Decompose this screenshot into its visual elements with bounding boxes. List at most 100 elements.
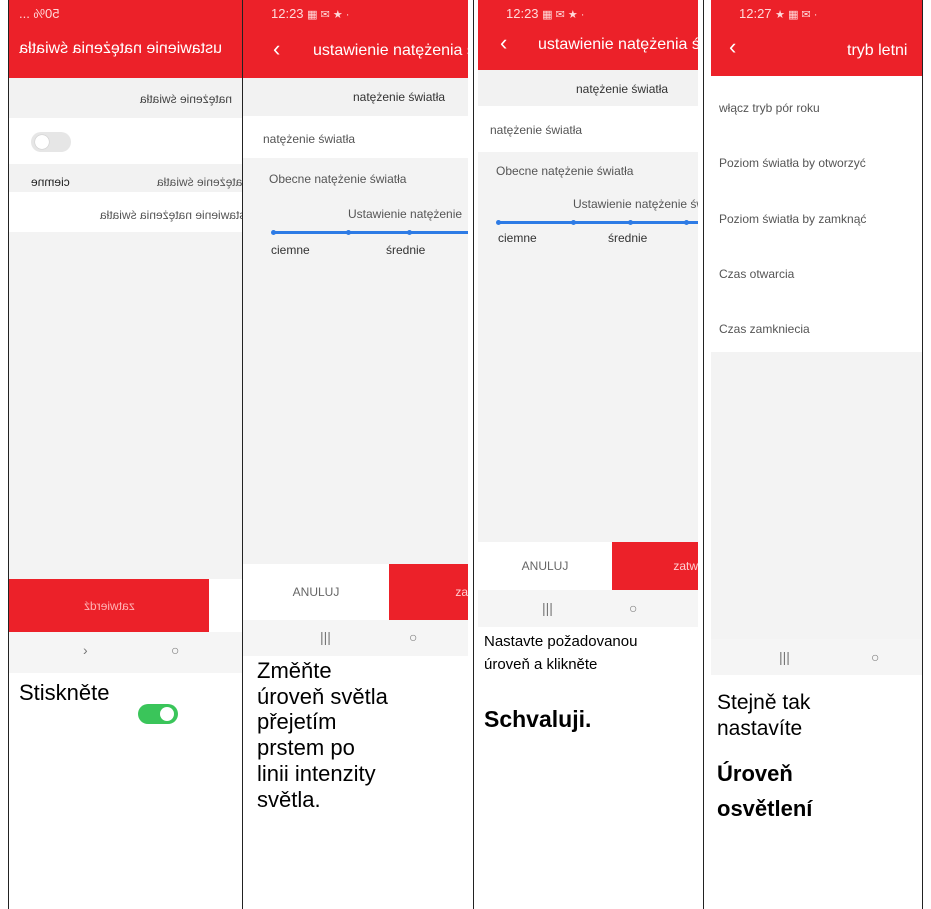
nav-bar: ||| ○ xyxy=(478,590,698,627)
back-arrow-icon[interactable]: ‹ xyxy=(500,30,507,56)
caption-line: Nastavte požadovanou xyxy=(484,633,638,650)
caption-line: linii intenzity xyxy=(257,760,376,786)
row-label: natężenie światła xyxy=(263,132,356,146)
status-bar: 50% ... xyxy=(9,0,242,26)
section-header: natężenie światła xyxy=(9,78,242,118)
table-border xyxy=(703,0,704,909)
caption-line: nastavíte xyxy=(717,717,803,741)
confirm-button[interactable]: za xyxy=(389,564,468,620)
toggle-on-icon xyxy=(138,704,178,724)
table-border xyxy=(8,0,9,909)
toggle-on-knob xyxy=(160,707,174,721)
header-title: ustawienie natężenia światła xyxy=(19,40,222,57)
level-medium: średnie xyxy=(608,231,648,245)
list-item-open-level[interactable]: Poziom światła by otworzyć xyxy=(719,156,866,170)
app-header: 12:27 ★ ▦ ✉ · ‹ tryb letni xyxy=(711,0,922,76)
instruction-table: 50% ... ustawienie natężenia światła nat… xyxy=(0,0,931,909)
caption-line: přejetím xyxy=(257,709,337,735)
level-dark: ciemne xyxy=(271,243,310,257)
panel-4-screenshot: 12:27 ★ ▦ ✉ · ‹ tryb letni włącz tryb pó… xyxy=(711,0,922,675)
panel-3: 12:23 ▦ ✉ ★ · ‹ ustawienie natężenia św … xyxy=(478,0,698,909)
panel-1-screenshot: 50% ... ustawienie natężenia światła nat… xyxy=(9,0,242,673)
cancel-button[interactable]: ANULUJ xyxy=(478,542,612,590)
caption-line: světla. xyxy=(257,786,321,812)
panel-1: 50% ... ustawienie natężenia światła nat… xyxy=(9,0,242,909)
list-item-season-mode[interactable]: włącz tryb pór roku xyxy=(719,101,820,115)
caption-line: úroveň světla xyxy=(257,683,388,709)
level-dark: ciemne xyxy=(498,231,537,245)
panel-2-screenshot: 12:23 ▦ ✉ ★ · ‹ ustawienie natężenia ś n… xyxy=(243,0,468,656)
confirm-button[interactable]: zatwierdź xyxy=(9,579,209,632)
header-title-wrap: ustawienie natężenia światła xyxy=(9,40,242,58)
confirm-button[interactable]: zatw xyxy=(612,542,698,590)
level-medium: średnie xyxy=(386,243,426,257)
row-label: natężenie światła xyxy=(156,175,242,189)
status-icons: ▦ ✉ ★ · xyxy=(542,9,585,21)
slider-stop-3[interactable] xyxy=(628,220,633,225)
status-time: 12:27 xyxy=(739,6,772,21)
recent-apps-icon[interactable]: ||| xyxy=(542,600,553,616)
caption-line: osvětlení xyxy=(717,796,813,822)
caption-4: Stejně tak nastavíte xyxy=(717,690,810,743)
caption-line: Změňte xyxy=(257,658,332,683)
status-time: 12:23 xyxy=(271,6,304,21)
settings-list: włącz tryb pór roku Poziom światła by ot… xyxy=(711,76,922,352)
status-time: 12:23 xyxy=(506,6,539,21)
slider-stop-4[interactable] xyxy=(684,220,689,225)
confirm-label: zatw xyxy=(673,559,698,573)
caption-2: Změňte úroveň světla přejetím prstem po … xyxy=(257,658,388,812)
home-nav-icon[interactable]: ○ xyxy=(409,629,417,645)
section-header: natężenie światła xyxy=(478,70,698,106)
slider-stop-2[interactable] xyxy=(571,220,576,225)
status-bar: 12:23 ▦ ✉ ★ · xyxy=(243,0,468,26)
current-label: Obecne natężenie światła xyxy=(269,172,407,186)
nav-bar: ||| ○ xyxy=(243,620,468,656)
slider-title: Ustawienie natężenia światła xyxy=(99,208,242,222)
light-slider[interactable] xyxy=(273,231,468,234)
caption-line: Úroveň xyxy=(717,761,793,786)
home-nav-icon[interactable]: ○ xyxy=(629,600,637,616)
caption-bold: Schvaluji. xyxy=(484,706,592,732)
back-arrow-icon[interactable]: ‹ xyxy=(273,36,280,62)
recent-apps-icon[interactable]: ||| xyxy=(779,649,790,665)
nav-bar: ||| ○ xyxy=(711,639,922,675)
table-border xyxy=(473,0,474,909)
caption-line: Stejně tak xyxy=(717,691,811,714)
header-title: ustawienie natężenia ś xyxy=(313,42,468,59)
slider-stop-1[interactable] xyxy=(496,220,501,225)
content-area xyxy=(9,232,242,579)
panel-2: 12:23 ▦ ✉ ★ · ‹ ustawienie natężenia ś n… xyxy=(243,0,468,909)
status-text: 50% ... xyxy=(19,6,60,21)
list-item-close-time[interactable]: Czas zamkniecia xyxy=(719,322,810,336)
status-bar: 12:23 ▦ ✉ ★ · xyxy=(478,0,698,26)
current-label: Obecne natężenie światła xyxy=(496,164,634,178)
nav-bar: › ○ xyxy=(9,632,242,673)
content-area xyxy=(711,352,922,639)
back-arrow-icon[interactable]: ‹ xyxy=(729,34,736,60)
table-border xyxy=(922,0,923,909)
back-nav-icon[interactable]: › xyxy=(83,642,88,658)
slider-stop-2[interactable] xyxy=(346,230,351,235)
home-nav-icon[interactable]: ○ xyxy=(871,649,879,665)
season-toggle[interactable] xyxy=(31,132,71,152)
recent-apps-icon[interactable]: ||| xyxy=(320,629,331,645)
light-slider[interactable] xyxy=(498,221,698,224)
caption-3: Nastavte požadovanou úroveň a klikněte xyxy=(484,630,637,677)
section-title: natężenie światła xyxy=(139,92,232,106)
section-title: natężenie światła xyxy=(576,82,669,96)
status-icons: ▦ ✉ ★ · xyxy=(307,9,350,21)
list-item-close-level[interactable]: Poziom światła by zamknąć xyxy=(719,212,866,226)
caption-line: úroveň a klikněte xyxy=(484,656,598,674)
slider-title: Ustawienie natężenie xyxy=(348,207,463,221)
status-bar: 12:27 ★ ▦ ✉ · xyxy=(711,0,922,26)
slider-title: Ustawienie natężenie św xyxy=(573,197,698,211)
list-item-open-time[interactable]: Czas otwarcia xyxy=(719,267,794,281)
toggle-knob xyxy=(35,135,49,149)
header-title: ustawienie natężenia św xyxy=(538,36,698,53)
slider-stop-1[interactable] xyxy=(271,230,276,235)
slider-stop-3[interactable] xyxy=(407,230,412,235)
cancel-button[interactable]: ANULUJ xyxy=(243,564,389,620)
panel-4: 12:27 ★ ▦ ✉ · ‹ tryb letni włącz tryb pó… xyxy=(711,0,922,909)
section-title: natężenie światła xyxy=(353,90,446,104)
home-nav-icon[interactable]: ○ xyxy=(171,642,179,658)
